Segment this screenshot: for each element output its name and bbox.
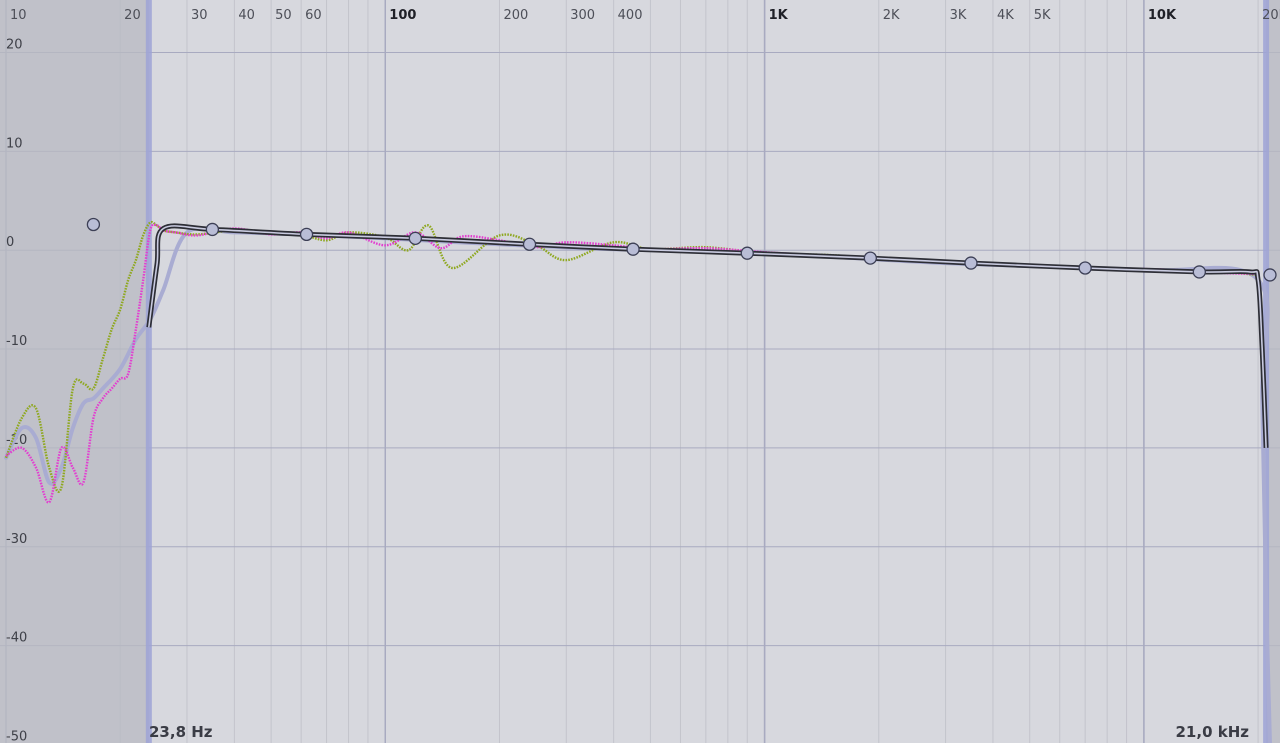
eq-control-point[interactable]: [299, 227, 314, 242]
x-tick-label: 10: [10, 8, 27, 23]
x-tick-label: 20: [124, 8, 141, 23]
y-tick-label: -50: [6, 729, 27, 743]
x-tick-label: 1K: [769, 8, 789, 23]
average-measurement-line: [4, 226, 1272, 743]
x-tick-label: 2K: [883, 8, 900, 23]
x-tick-label: 50: [275, 8, 292, 23]
eq-control-point[interactable]: [205, 222, 220, 237]
y-tick-label: 0: [6, 235, 14, 250]
low-cut-handle[interactable]: [145, 0, 152, 743]
eq-control-point[interactable]: [863, 251, 877, 265]
eq-control-point[interactable]: [1263, 268, 1277, 282]
x-tick-label: 5K: [1034, 8, 1051, 23]
y-tick-label: 10: [6, 136, 23, 151]
eq-control-point[interactable]: [86, 217, 101, 232]
x-tick-label: 200: [503, 8, 528, 23]
x-tick-label: 300: [570, 8, 595, 23]
target-curve-outline: [146, 223, 1269, 448]
eq-control-point[interactable]: [740, 246, 754, 260]
x-tick-label: 20K: [1262, 8, 1280, 23]
right-channel-line: [4, 220, 1259, 493]
eq-control-point[interactable]: [408, 231, 422, 245]
x-tick-label: 4K: [997, 8, 1014, 23]
x-tick-label: 60: [305, 8, 322, 23]
x-tick-label: 100: [389, 8, 416, 23]
eq-control-point[interactable]: [1192, 265, 1206, 279]
frequency-response-chart[interactable]: 1020304050601002003004001K2K3K4K5K10K20K…: [0, 0, 1280, 743]
y-tick-label: 20: [6, 38, 23, 53]
x-tick-label: 10K: [1148, 8, 1177, 23]
x-tick-label: 30: [191, 8, 208, 23]
eq-control-point[interactable]: [964, 256, 978, 270]
x-tick-label: 40: [238, 8, 255, 23]
y-tick-label: -10: [6, 334, 27, 349]
y-tick-label: -40: [6, 631, 27, 646]
eq-control-point[interactable]: [626, 242, 640, 256]
x-tick-label: 3K: [950, 8, 967, 23]
eq-control-point[interactable]: [1078, 261, 1092, 275]
low-cut-frequency-label: 23,8 Hz: [149, 723, 213, 741]
y-tick-label: -30: [6, 532, 27, 547]
eq-control-point[interactable]: [522, 237, 537, 251]
high-cut-frequency-label: 21,0 kHz: [1175, 723, 1250, 741]
eq-curve-editor[interactable]: 1020304050601002003004001K2K3K4K5K10K20K…: [0, 0, 1280, 743]
x-tick-label: 400: [618, 8, 643, 23]
target-curve-line[interactable]: [148, 225, 1267, 448]
